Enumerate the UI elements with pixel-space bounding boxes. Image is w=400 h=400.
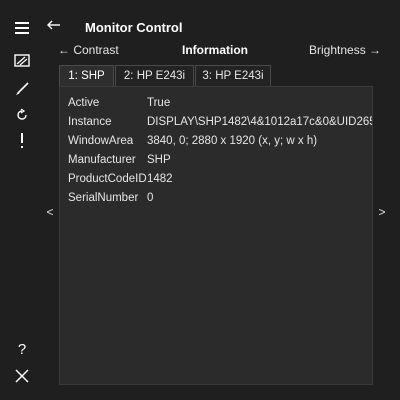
info-key: SerialNumber	[68, 192, 139, 204]
help-icon[interactable]: ?	[12, 339, 32, 359]
info-value: 1482	[147, 173, 173, 185]
info-key: ProductCodeID	[68, 173, 147, 185]
info-key: WindowArea	[68, 135, 134, 147]
header: Monitor Control	[46, 14, 386, 40]
info-key: Active	[68, 97, 100, 109]
nav-prev-contrast[interactable]: ← Contrast	[58, 43, 119, 61]
pager-prev-arrow[interactable]: <	[44, 205, 56, 219]
exclamation-icon[interactable]	[12, 131, 32, 151]
info-value: True	[147, 97, 171, 109]
display-icon[interactable]	[12, 51, 32, 71]
info-value: 3840, 0; 2880 x 1920 (x, y; w x h)	[147, 135, 318, 147]
info-key: Manufacturer	[68, 154, 136, 166]
tab-monitor-3[interactable]: 3: HP E243i	[195, 65, 271, 86]
info-key: Instance	[68, 116, 112, 128]
nav-next-brightness[interactable]: Brightness →	[309, 43, 381, 61]
back-arrow-icon[interactable]	[46, 17, 64, 35]
hamburger-menu-icon[interactable]	[12, 18, 32, 38]
tab-monitor-1[interactable]: 1: SHP	[59, 65, 114, 87]
section-title: Information	[182, 43, 248, 57]
tab-monitor-2[interactable]: 2: HP E243i	[115, 65, 194, 86]
info-value: SHP	[147, 154, 171, 166]
info-value: 0	[147, 192, 154, 204]
pager-next-arrow[interactable]: >	[376, 205, 388, 219]
info-panel: Active True Instance DISPLAY\SHP1482\4&1…	[59, 86, 373, 385]
sidebar: ?	[0, 0, 42, 400]
info-value: DISPLAY\SHP1482\4&1012a17c&0&UID26598	[147, 116, 373, 128]
close-icon[interactable]	[12, 366, 32, 386]
refresh-icon[interactable]	[12, 105, 32, 125]
page-title: Monitor Control	[85, 20, 183, 35]
brush-icon[interactable]	[12, 79, 32, 99]
